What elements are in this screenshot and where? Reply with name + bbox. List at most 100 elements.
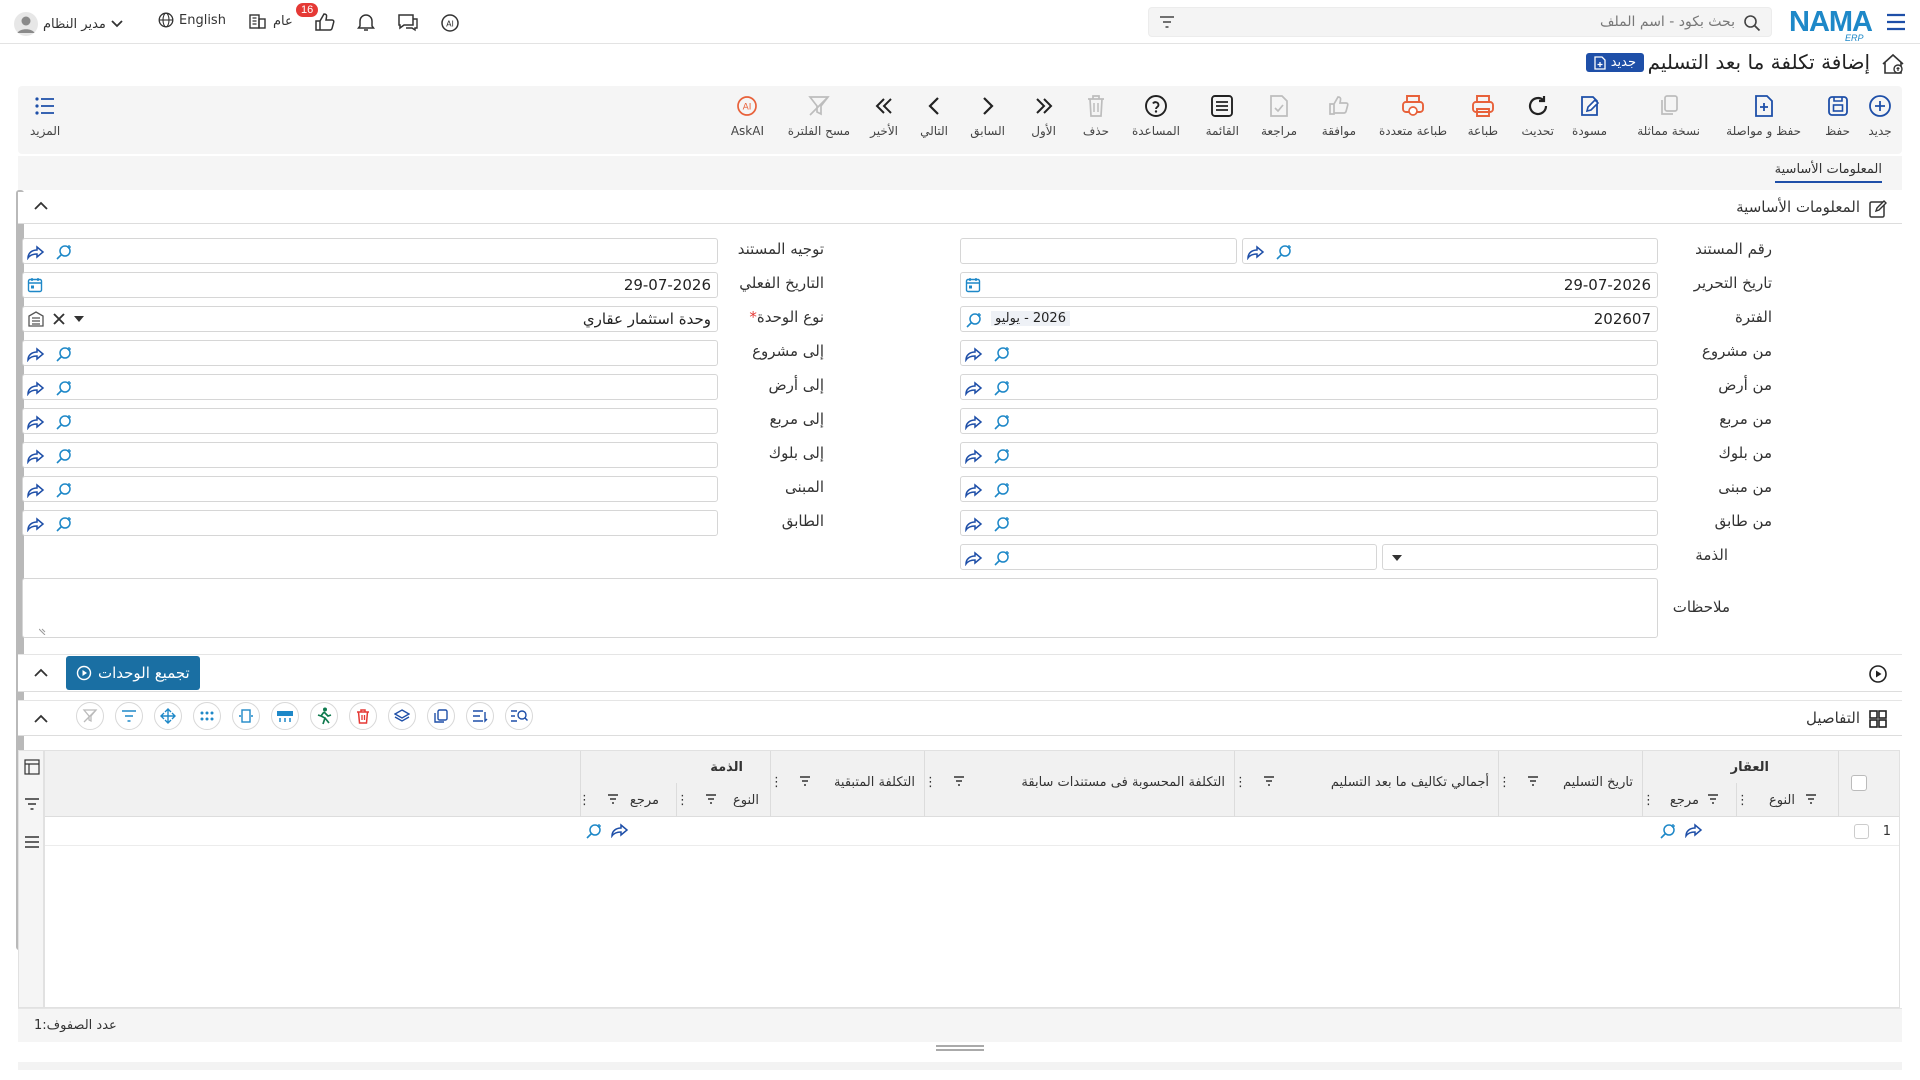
share-arrow-icon[interactable]: [1685, 822, 1703, 838]
search-plus-icon[interactable]: [585, 822, 603, 840]
new-button[interactable]: جديد: [1868, 94, 1892, 138]
col-header-prev-cost[interactable]: التكلفة المحسوبة فى مستندات سابقة: [1021, 775, 1225, 790]
column-menu-icon[interactable]: ⋮: [770, 775, 783, 790]
from-land-field[interactable]: [960, 374, 1658, 400]
review-button[interactable]: مراجعة: [1261, 94, 1297, 138]
column-filter-icon[interactable]: [1527, 776, 1539, 786]
first-record-button[interactable]: الأول: [1031, 94, 1056, 138]
save-continue-button[interactable]: حفظ و مواصلة: [1726, 94, 1801, 138]
last-record-button[interactable]: الأخير: [870, 94, 898, 138]
grid-clear-filter-button[interactable]: [76, 702, 104, 730]
from-project-field[interactable]: [960, 340, 1658, 366]
share-arrow-icon[interactable]: [965, 448, 983, 464]
search-plus-icon[interactable]: [993, 481, 1011, 499]
share-arrow-icon[interactable]: [965, 346, 983, 362]
column-filter-icon[interactable]: [1263, 776, 1275, 786]
doc-number-field[interactable]: [1242, 238, 1658, 264]
column-menu-icon[interactable]: ⋮: [924, 775, 937, 790]
share-arrow-icon[interactable]: [27, 482, 45, 498]
account-type-select[interactable]: [1382, 544, 1658, 570]
search-plus-icon[interactable]: [993, 413, 1011, 431]
resize-grip-icon[interactable]: [39, 627, 47, 635]
menu-lines-icon[interactable]: [24, 835, 40, 849]
to-block-field[interactable]: [22, 442, 718, 468]
menu-icon[interactable]: [1886, 13, 1906, 31]
search-plus-icon[interactable]: [993, 379, 1011, 397]
filter-icon[interactable]: [1159, 15, 1175, 29]
to-land-field[interactable]: [22, 374, 718, 400]
col-header-account-ref[interactable]: مرجع: [630, 793, 659, 808]
next-record-button[interactable]: التالي: [920, 94, 948, 138]
search-icon[interactable]: [1743, 14, 1761, 32]
clear-icon[interactable]: [53, 313, 65, 325]
refresh-button[interactable]: تحديث: [1521, 94, 1554, 138]
building-list-icon[interactable]: [27, 311, 45, 327]
dropdown-arrow-icon[interactable]: [73, 315, 85, 323]
share-arrow-icon[interactable]: [965, 482, 983, 498]
from-square-field[interactable]: [960, 408, 1658, 434]
grid-columns-button[interactable]: [232, 702, 260, 730]
tab-basic-info[interactable]: المعلومات الأساسية: [1774, 162, 1882, 183]
calendar-icon[interactable]: [965, 277, 981, 293]
to-project-field[interactable]: [22, 340, 718, 366]
share-arrow-icon[interactable]: [27, 414, 45, 430]
askai-button[interactable]: AI AskAI: [731, 94, 764, 138]
col-header-total-costs[interactable]: أجمالي تكاليف ما بعد التسليم: [1331, 775, 1489, 790]
user-menu[interactable]: مدير النظام: [14, 12, 123, 36]
to-square-field[interactable]: [22, 408, 718, 434]
search-plus-icon[interactable]: [1659, 822, 1677, 840]
building-field[interactable]: [22, 476, 718, 502]
search-plus-icon[interactable]: [55, 481, 73, 499]
edit-date-field[interactable]: 29-07-2026: [960, 272, 1658, 298]
grid-move-button[interactable]: [154, 702, 182, 730]
column-filter-icon[interactable]: [1707, 794, 1719, 804]
search-input[interactable]: [1195, 12, 1735, 32]
share-arrow-icon[interactable]: [27, 516, 45, 532]
column-menu-icon[interactable]: ⋮: [676, 793, 689, 808]
grid-sort-button[interactable]: [466, 702, 494, 730]
column-filter-icon[interactable]: [607, 794, 619, 804]
search-plus-icon[interactable]: [993, 549, 1011, 567]
grid-search-button[interactable]: [505, 702, 533, 730]
approve-button[interactable]: موافقة: [1322, 94, 1356, 138]
print-button[interactable]: طباعة: [1468, 94, 1498, 138]
share-arrow-icon[interactable]: [1247, 244, 1265, 260]
duplicate-button[interactable]: نسخة مماثلة: [1637, 94, 1700, 138]
search-plus-icon[interactable]: [993, 345, 1011, 363]
save-button[interactable]: حفظ: [1825, 94, 1850, 138]
column-filter-icon[interactable]: [1805, 794, 1817, 804]
column-filter-icon[interactable]: [799, 776, 811, 786]
chevron-up-icon[interactable]: [34, 201, 48, 210]
grid-dots-button[interactable]: [193, 702, 221, 730]
search-plus-icon[interactable]: [55, 345, 73, 363]
previous-record-button[interactable]: السابق: [970, 94, 1005, 138]
from-building-field[interactable]: [960, 476, 1658, 502]
share-arrow-icon[interactable]: [27, 380, 45, 396]
ai-assistant-button[interactable]: AI: [439, 12, 461, 34]
search-plus-icon[interactable]: [55, 515, 73, 533]
actual-date-field[interactable]: 29-07-2026: [22, 272, 718, 298]
delete-button[interactable]: حذف: [1083, 94, 1109, 138]
share-arrow-icon[interactable]: [611, 822, 629, 838]
search-plus-icon[interactable]: [55, 447, 73, 465]
grid-delete-button[interactable]: [349, 702, 377, 730]
search-plus-icon[interactable]: [55, 413, 73, 431]
multi-print-button[interactable]: طباعة متعددة: [1379, 94, 1447, 138]
list-button[interactable]: القائمة: [1206, 94, 1239, 138]
search-plus-icon[interactable]: [993, 515, 1011, 533]
scope-switch[interactable]: عام: [248, 12, 293, 30]
more-button[interactable]: المزيد: [30, 94, 60, 138]
row-checkbox[interactable]: [1854, 824, 1869, 839]
search-plus-icon[interactable]: [1275, 243, 1293, 261]
floor-field[interactable]: [22, 510, 718, 536]
search-plus-icon[interactable]: [965, 311, 983, 329]
column-filter-icon[interactable]: [705, 794, 717, 804]
basic-info-section-header[interactable]: المعلومات الأساسية: [18, 192, 1902, 224]
column-menu-icon[interactable]: ⋮: [1642, 793, 1655, 808]
column-filter-icon[interactable]: [953, 776, 965, 786]
chevron-up-icon[interactable]: [34, 668, 48, 677]
search-plus-icon[interactable]: [55, 243, 73, 261]
search-plus-icon[interactable]: [993, 447, 1011, 465]
col-header-ref[interactable]: مرجع: [1670, 793, 1699, 808]
notes-textarea[interactable]: [22, 578, 1658, 638]
